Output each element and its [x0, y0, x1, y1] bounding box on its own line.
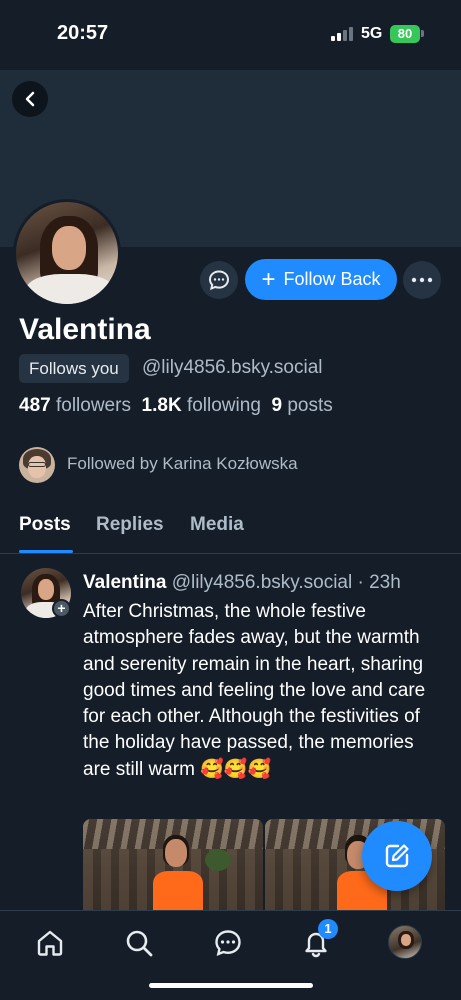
followed-by-text[interactable]: Followed by Karina Kozłowska	[67, 454, 298, 474]
nav-chat[interactable]	[210, 925, 246, 961]
profile-stats: 487 followers 1.8K following 9 posts	[19, 395, 333, 417]
follows-you-badge: Follows you	[19, 354, 129, 383]
followers-label: followers	[55, 395, 131, 416]
posts-count: 9	[271, 395, 283, 416]
chat-bubble-icon	[208, 270, 230, 291]
network-label: 5G	[361, 25, 383, 42]
followed-by-avatar[interactable]	[19, 447, 55, 483]
battery-tip	[421, 30, 424, 37]
plus-icon: +	[261, 265, 276, 293]
post-text: After Christmas, the whole festive atmos…	[83, 601, 426, 780]
follow-back-label: Follow Back	[283, 269, 381, 289]
post-author-name[interactable]: Valentina	[83, 572, 166, 593]
back-button[interactable]	[12, 81, 48, 117]
followers-count: 487	[19, 395, 51, 416]
profile-avatar[interactable]	[13, 199, 121, 307]
following-count: 1.8K	[141, 395, 182, 416]
ellipsis-icon	[411, 277, 433, 283]
post-meta-separator: ·	[357, 572, 364, 593]
nav-home[interactable]	[32, 925, 68, 961]
post-author-handle[interactable]: @lily4856.bsky.social	[172, 572, 353, 593]
compose-icon	[385, 844, 409, 868]
profile-handle: @lily4856.bsky.social	[142, 357, 323, 378]
following-label: following	[186, 395, 261, 416]
signal-icon	[331, 27, 355, 41]
chevron-left-icon	[25, 91, 35, 107]
tab-posts[interactable]: Posts	[19, 514, 71, 536]
profile-tabs: Posts Replies Media	[0, 500, 461, 554]
home-icon	[37, 930, 63, 956]
post-image-1[interactable]	[83, 819, 263, 911]
posts-label: posts	[287, 395, 333, 416]
chat-icon	[215, 930, 241, 956]
profile-display-name: Valentina	[19, 313, 151, 346]
status-bar: 20:57 5G 80	[0, 0, 461, 70]
tab-media[interactable]: Media	[190, 514, 244, 536]
status-time: 20:57	[57, 22, 109, 44]
tab-replies[interactable]: Replies	[96, 514, 164, 536]
compose-post-button[interactable]	[362, 821, 432, 891]
post-follow-plus-icon[interactable]: +	[52, 599, 71, 618]
nav-profile-avatar[interactable]	[388, 925, 422, 959]
message-button[interactable]	[200, 261, 238, 299]
post-timestamp[interactable]: 23h	[369, 572, 401, 593]
notification-badge: 1	[318, 919, 338, 939]
more-options-button[interactable]	[403, 261, 441, 299]
search-icon	[126, 930, 153, 957]
follow-back-button[interactable]: + Follow Back	[245, 259, 397, 300]
nav-search[interactable]	[121, 925, 157, 961]
following-link[interactable]: 1.8K following	[142, 395, 261, 416]
battery-icon: 80	[390, 25, 420, 43]
home-indicator	[149, 983, 313, 988]
followers-link[interactable]: 487 followers	[19, 395, 131, 416]
post-header: Valentina @lily4856.bsky.social · 23h	[83, 572, 401, 594]
tab-active-indicator	[19, 550, 73, 553]
